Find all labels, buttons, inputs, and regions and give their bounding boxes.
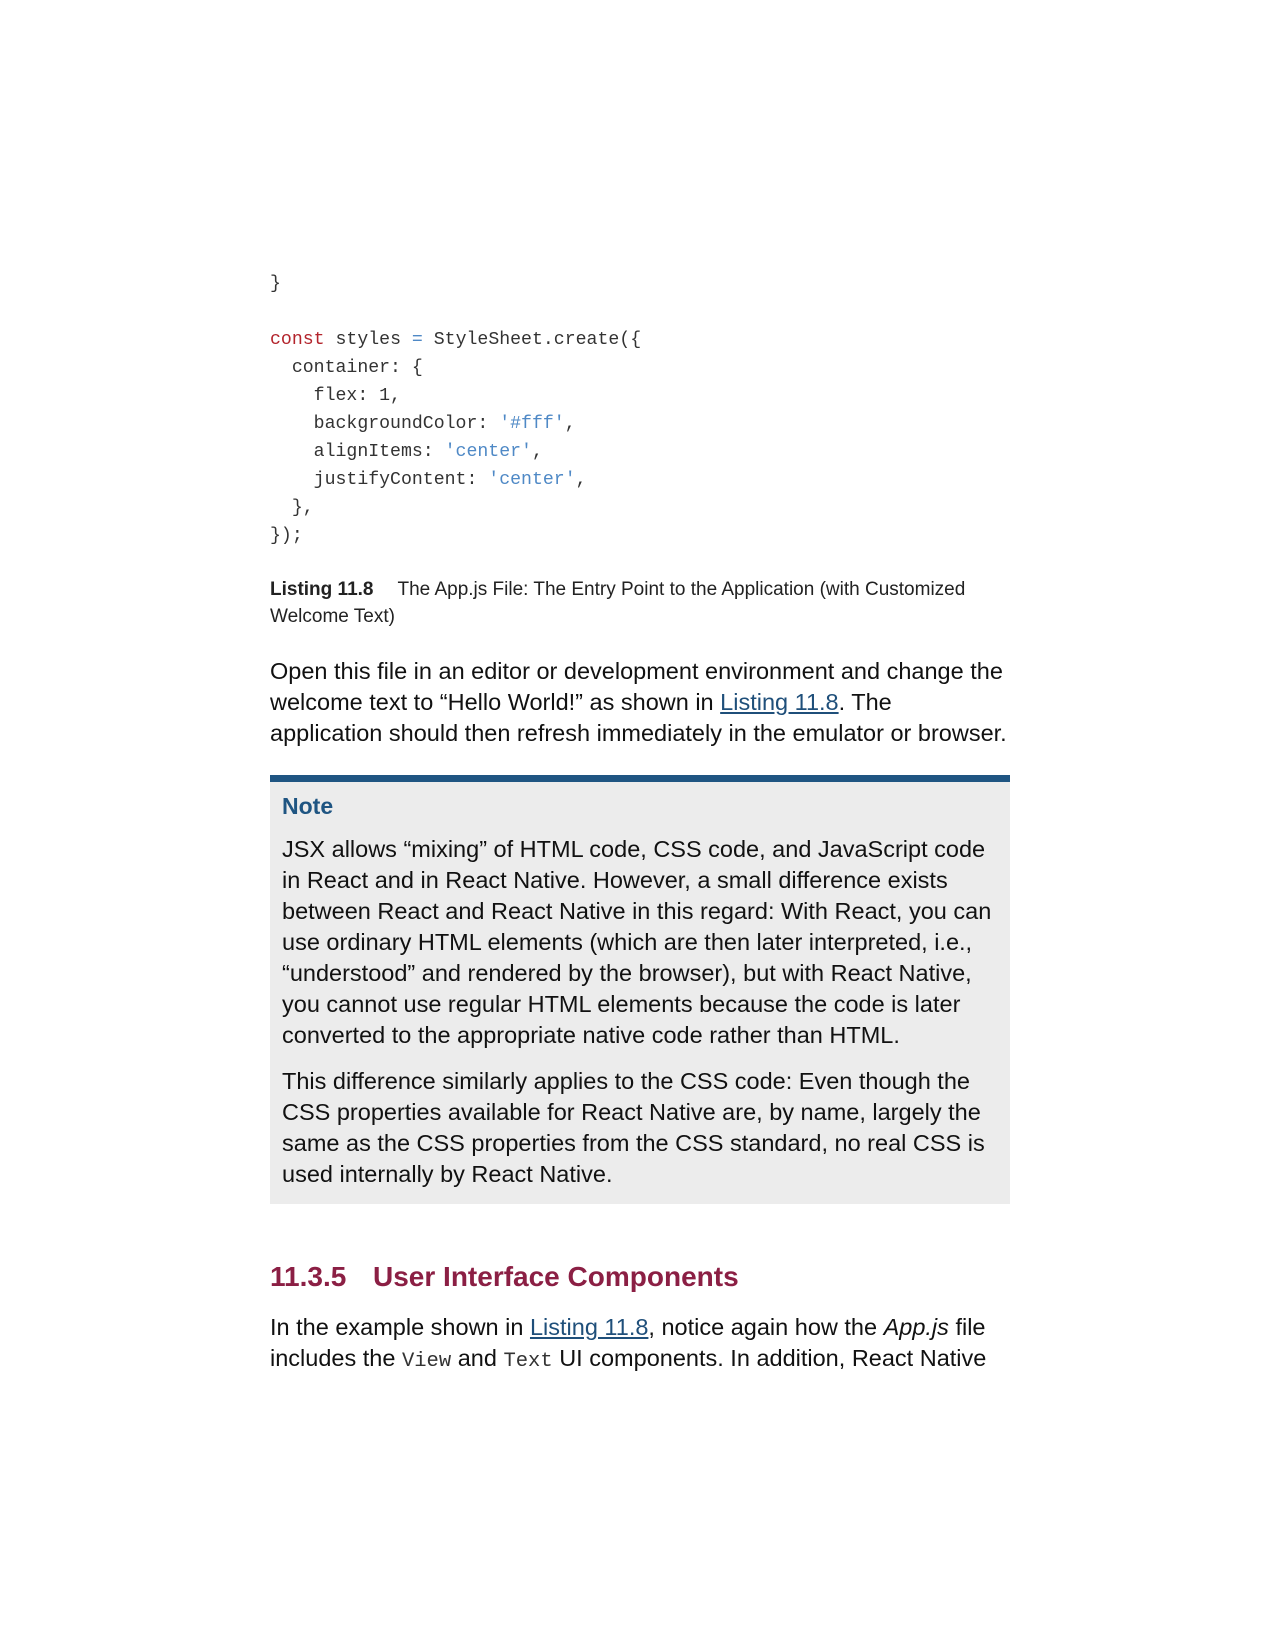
body-paragraph: In the example shown in Listing 11.8, no…: [270, 1312, 1010, 1377]
code-text: ,: [575, 470, 587, 490]
note-title: Note: [282, 793, 334, 819]
code-text: ,: [564, 414, 576, 434]
code-line: justifyContent: 'center',: [270, 466, 1010, 494]
code-text: alignItems:: [270, 442, 445, 462]
body-paragraph: Open this file in an editor or developme…: [270, 656, 1010, 749]
code-text: }: [270, 274, 281, 294]
code-text: },: [270, 498, 314, 518]
code-text: ,: [531, 442, 543, 462]
paragraph-text: UI components. In addition, React Native: [552, 1345, 987, 1371]
code-line: alignItems: 'center',: [270, 438, 1010, 466]
section-number: 11.3.5: [270, 1261, 347, 1292]
code-line: const styles = StyleSheet.create({: [270, 326, 1010, 354]
code-line: },: [270, 494, 1010, 522]
code-line: }: [270, 270, 1010, 298]
code-text: flex: 1,: [270, 386, 401, 406]
listing-link[interactable]: Listing 11.8: [530, 1314, 648, 1340]
code-string: 'center': [444, 442, 532, 462]
code-string: '#fff': [499, 414, 565, 434]
code-text: container: {: [270, 358, 423, 378]
paragraph-text: In the example shown in: [270, 1314, 530, 1340]
listing-link[interactable]: Listing 11.8: [720, 689, 838, 715]
code-text: backgroundColor:: [270, 414, 500, 434]
document-page: } const styles = StyleSheet.create({ cont…: [270, 270, 1010, 1377]
section-title: User Interface Components: [373, 1261, 739, 1292]
code-string: 'center': [488, 470, 576, 490]
code-line: });: [270, 522, 1010, 550]
section-heading: 11.3.5 User Interface Components: [270, 1260, 1010, 1294]
code-line: backgroundColor: '#fff',: [270, 410, 1010, 438]
inline-code: Text: [503, 1350, 553, 1373]
listing-caption: Listing 11.8 The App.js File: The Entry P…: [270, 576, 1010, 630]
paragraph-text: and: [451, 1345, 504, 1371]
code-text: });: [270, 526, 303, 546]
code-listing: } const styles = StyleSheet.create({ cont…: [270, 270, 1010, 550]
caption-label: Listing 11.8: [270, 579, 374, 600]
file-name: App.js: [883, 1314, 949, 1340]
inline-code: View: [401, 1350, 452, 1373]
note-box: Note JSX allows “mixing” of HTML code, C…: [270, 775, 1010, 1204]
code-operator: =: [411, 330, 423, 350]
code-text: styles: [324, 330, 412, 350]
note-paragraph: This difference similarly applies to the…: [282, 1068, 985, 1187]
paragraph-text: Open this file in an editor or developme…: [270, 658, 1003, 715]
paragraph-text: , notice again how the: [648, 1314, 884, 1340]
code-text: StyleSheet.create({: [422, 330, 642, 350]
caption-text: The App.js File: The Entry Point to the …: [270, 579, 966, 627]
code-line: flex: 1,: [270, 382, 1010, 410]
code-line: container: {: [270, 354, 1010, 382]
code-text: justifyContent:: [270, 470, 489, 490]
note-paragraph: JSX allows “mixing” of HTML code, CSS co…: [282, 836, 992, 1048]
code-keyword: const: [270, 330, 325, 350]
